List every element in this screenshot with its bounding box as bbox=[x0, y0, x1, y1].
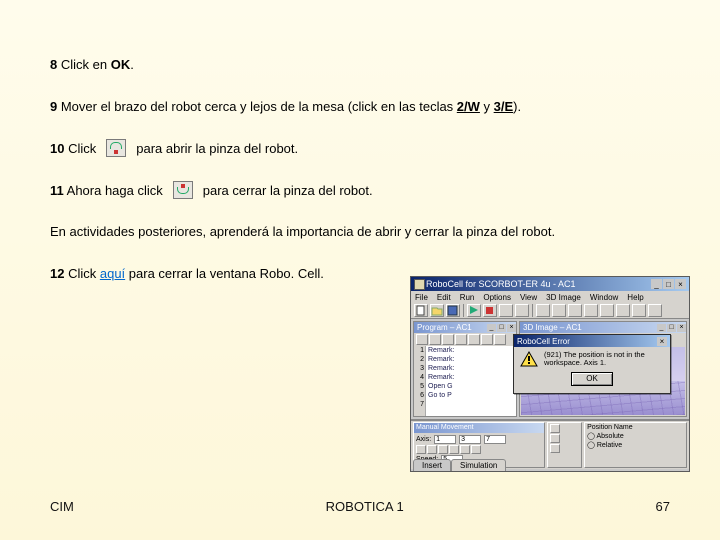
view3d-title: 3D Image – AC1 bbox=[523, 323, 582, 332]
tool-new bbox=[414, 304, 428, 317]
tool-stop bbox=[483, 304, 497, 317]
warning-icon bbox=[520, 351, 538, 367]
menu-item: File bbox=[415, 293, 428, 302]
dialog-message: (921) The position is not in the workspa… bbox=[544, 351, 664, 368]
program-panel: Program – AC1 _□× 1234567 Remark:Remark:… bbox=[413, 321, 517, 417]
close-gripper-icon bbox=[173, 181, 193, 199]
close-icon: × bbox=[675, 279, 686, 289]
pa-title: Position Name bbox=[587, 424, 684, 431]
minimize-icon: _ bbox=[651, 279, 662, 289]
tool-run bbox=[467, 304, 481, 317]
dialog-ok-button[interactable]: OK bbox=[571, 372, 613, 386]
menu-item: View bbox=[520, 293, 537, 302]
step-10: 10 Click para abrir la pinza del robot. bbox=[50, 139, 670, 157]
maximize-icon: □ bbox=[663, 279, 674, 289]
error-dialog: RoboCell Error × (921) The position is n… bbox=[513, 334, 671, 394]
app-title: RoboCell for SCORBOT-ER 4u - AC1 bbox=[426, 279, 576, 289]
tab-insert: Insert bbox=[413, 459, 451, 471]
menu-item: Edit bbox=[437, 293, 451, 302]
tool-open bbox=[430, 304, 444, 317]
dialog-title: RoboCell Error bbox=[517, 337, 570, 346]
manual-title: Manual Movement bbox=[414, 423, 544, 433]
program-title: Program – AC1 bbox=[417, 323, 472, 332]
app-titlebar: RoboCell for SCORBOT-ER 4u - AC1 _□× bbox=[411, 277, 689, 291]
bottom-tabs[interactable]: Insert Simulation bbox=[413, 459, 506, 471]
menu-item: Run bbox=[460, 293, 475, 302]
tool-e bbox=[600, 304, 614, 317]
footer-left: CIM bbox=[50, 499, 74, 514]
tool-save bbox=[446, 304, 460, 317]
tool-a bbox=[536, 304, 550, 317]
link-aqui[interactable]: aquí bbox=[100, 266, 125, 281]
menu-item: 3D Image bbox=[546, 293, 581, 302]
slide-footer: CIM ROBOTICA 1 67 bbox=[50, 499, 670, 514]
intro-text: En actividades posteriores, aprenderá la… bbox=[50, 223, 670, 241]
window-buttons[interactable]: _□× bbox=[651, 279, 686, 289]
footer-right: 67 bbox=[656, 499, 670, 514]
menu-item: Window bbox=[590, 293, 618, 302]
tool-b bbox=[552, 304, 566, 317]
tool-h bbox=[648, 304, 662, 317]
tool-f bbox=[616, 304, 630, 317]
step-9: 9 Mover el brazo del robot cerca y lejos… bbox=[50, 98, 670, 116]
app-toolbar[interactable] bbox=[411, 303, 689, 319]
step-8: 8 Click en OK. bbox=[50, 56, 670, 74]
menu-item: Options bbox=[483, 293, 511, 302]
tool-step bbox=[499, 304, 513, 317]
tool-g bbox=[632, 304, 646, 317]
tool-d bbox=[584, 304, 598, 317]
tool-step2 bbox=[515, 304, 529, 317]
robocell-window: RoboCell for SCORBOT-ER 4u - AC1 _□× Fil… bbox=[410, 276, 690, 472]
step-11: 11 Ahora haga click para cerrar la pinza… bbox=[50, 181, 670, 199]
footer-center: ROBOTICA 1 bbox=[326, 499, 404, 514]
dialog-close-icon[interactable]: × bbox=[657, 337, 667, 346]
app-menubar[interactable]: File Edit Run Options View 3D Image Wind… bbox=[411, 291, 689, 303]
tab-simulation: Simulation bbox=[451, 459, 506, 471]
open-gripper-icon bbox=[106, 139, 126, 157]
menu-item: Help bbox=[627, 293, 643, 302]
tool-c bbox=[568, 304, 582, 317]
